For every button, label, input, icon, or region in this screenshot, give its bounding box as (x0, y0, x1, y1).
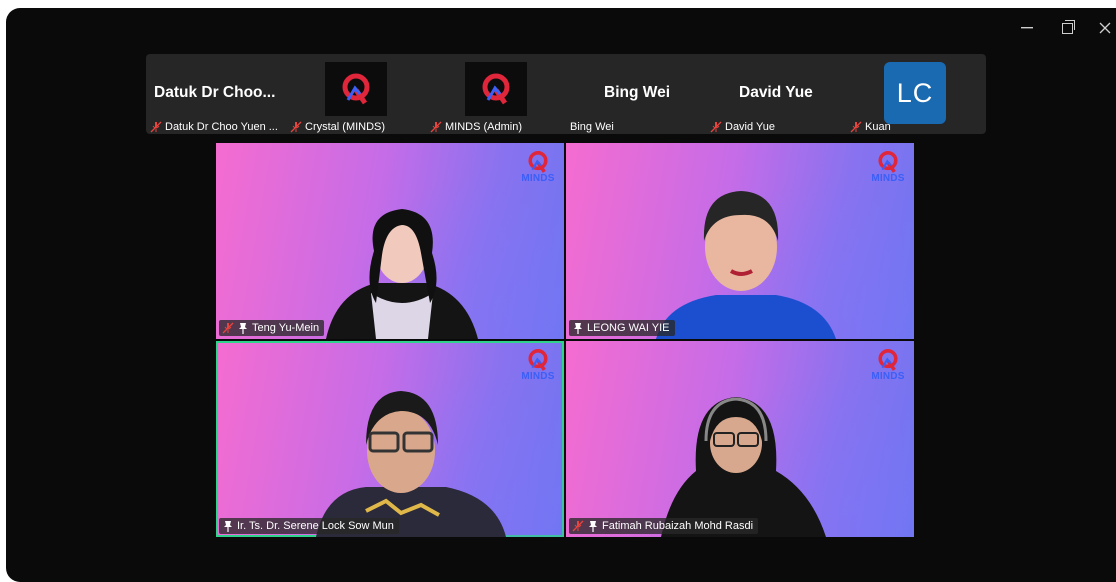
avatar: LC (884, 62, 946, 124)
muted-mic-icon (290, 121, 302, 133)
strip-tile-crystal[interactable]: Crystal (MINDS) (286, 54, 426, 134)
minds-logo-mark (878, 151, 898, 173)
strip-tile-david-yue[interactable]: David Yue David Yue (706, 54, 846, 134)
minds-logo-text: MINDS (521, 173, 555, 184)
minds-logo-text: MINDS (871, 371, 905, 382)
participant-name: LEONG WAI YIE (587, 322, 670, 334)
restore-icon (1061, 19, 1075, 34)
participant-name-tag: Ir. Ts. Dr. Serene Lock Sow Mun (219, 518, 399, 534)
participant-label: Crystal (MINDS) (290, 121, 385, 133)
participant-label-text: Datuk Dr Choo Yuen ... (165, 121, 278, 133)
minds-logo: MINDS (870, 150, 906, 184)
participant-strip: Datuk Dr Choo... Datuk Dr Choo Yuen ... (146, 54, 986, 134)
minds-logo (465, 62, 527, 116)
video-grid: MINDS Teng Yu-Mein MINDS LEONG WAI YIE M… (216, 143, 916, 539)
pin-icon (587, 520, 599, 532)
participant-name: Teng Yu-Mein (252, 322, 320, 334)
pin-icon (572, 322, 584, 334)
pin-icon (237, 322, 249, 334)
minds-logo: MINDS (520, 150, 556, 184)
minimize-icon (1021, 27, 1033, 29)
participant-video-image (316, 391, 506, 537)
participant-label-text: David Yue (725, 121, 775, 133)
participant-label-text: Crystal (MINDS) (305, 121, 386, 133)
participant-label: David Yue (710, 121, 775, 133)
participant-video-image (656, 191, 836, 339)
participant-video-image (661, 397, 826, 537)
minds-logo-mark (528, 349, 548, 371)
minimize-button[interactable] (1012, 18, 1042, 38)
meeting-window: Datuk Dr Choo... Datuk Dr Choo Yuen ... (6, 8, 1116, 582)
muted-mic-icon (222, 322, 234, 334)
participant-label: Datuk Dr Choo Yuen ... (150, 121, 278, 133)
minds-logo-mark (528, 151, 548, 173)
video-tile-teng-yu-mein[interactable]: MINDS Teng Yu-Mein (216, 143, 564, 339)
participant-name-large: David Yue (739, 84, 813, 101)
minds-logo-mark (878, 349, 898, 371)
participant-name-tag: Teng Yu-Mein (219, 320, 325, 336)
participant-label-text: Bing Wei (570, 121, 614, 133)
strip-tile-minds-admin[interactable]: MINDS (Admin) (426, 54, 566, 134)
participant-name-tag: Fatimah Rubaizah Mohd Rasdi (569, 518, 759, 534)
minds-logo: MINDS (870, 348, 906, 382)
participant-name: Ir. Ts. Dr. Serene Lock Sow Mun (237, 520, 394, 532)
muted-mic-icon (572, 520, 584, 532)
participant-label: Kuan (850, 121, 891, 133)
muted-mic-icon (150, 121, 162, 133)
muted-mic-icon (430, 121, 442, 133)
video-tile-fatimah[interactable]: MINDS Fatimah Rubaizah Mohd Rasdi (566, 341, 914, 537)
participant-name: Fatimah Rubaizah Mohd Rasdi (602, 520, 754, 532)
participant-label: Bing Wei (570, 121, 614, 133)
participant-name-large: Datuk Dr Choo... (154, 84, 276, 101)
video-tile-leong-wai-yie[interactable]: MINDS LEONG WAI YIE (566, 143, 914, 339)
strip-tile-datuk[interactable]: Datuk Dr Choo... Datuk Dr Choo Yuen ... (146, 54, 286, 134)
minds-logo-text: MINDS (521, 371, 555, 382)
video-tile-serene-lock[interactable]: MINDS Ir. Ts. Dr. Serene Lock Sow Mun (216, 341, 564, 537)
participant-label: MINDS (Admin) (430, 121, 522, 133)
close-button[interactable] (1090, 18, 1116, 38)
minds-logo: MINDS (520, 348, 556, 382)
strip-tile-bing-wei[interactable]: Bing Wei Bing Wei (566, 54, 706, 134)
muted-mic-icon (850, 121, 862, 133)
participant-name-large: Bing Wei (604, 84, 671, 101)
minds-logo-mark (342, 73, 370, 105)
muted-mic-icon (710, 121, 722, 133)
participant-video-image (326, 209, 478, 339)
restore-button[interactable] (1052, 18, 1082, 38)
minds-logo-text: MINDS (871, 173, 905, 184)
close-icon (1099, 22, 1111, 34)
minds-logo (325, 62, 387, 116)
participant-label-text: MINDS (Admin) (445, 121, 523, 133)
minds-logo-mark (482, 73, 510, 105)
participant-name-tag: LEONG WAI YIE (569, 320, 675, 336)
pin-icon (222, 520, 234, 532)
